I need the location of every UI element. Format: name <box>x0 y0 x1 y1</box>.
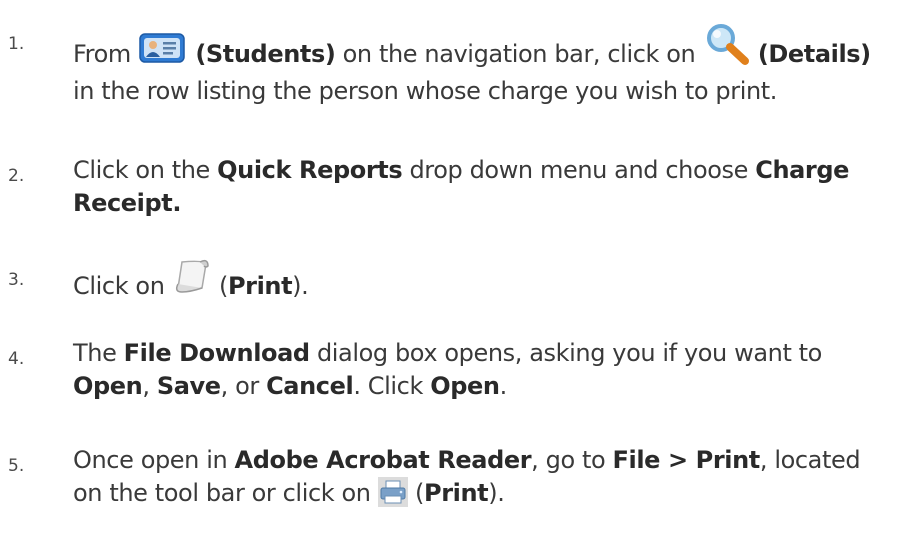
step-text: ). <box>292 272 309 300</box>
file-download-label: File Download <box>123 339 310 367</box>
printer-icon <box>377 477 408 516</box>
step-text: on the navigation bar, click on <box>335 40 703 68</box>
step-number: 5. <box>8 456 25 476</box>
cancel-label: Cancel <box>266 372 354 400</box>
adobe-label: Adobe Acrobat Reader <box>234 446 532 474</box>
step-text: The <box>73 339 124 367</box>
step-number: 3. <box>8 270 25 290</box>
step-text: ( <box>407 479 425 507</box>
step-text: , go to <box>531 446 613 474</box>
step-number: 2. <box>8 166 25 186</box>
step-text: drop down menu and choose <box>402 156 756 184</box>
save-label: Save <box>156 372 221 400</box>
step-number: 1. <box>8 34 25 54</box>
step-text: Once open in <box>73 446 235 474</box>
step-text: , or <box>220 372 267 400</box>
quick-reports-label: Quick Reports <box>217 156 403 184</box>
step-text: , located <box>759 446 861 474</box>
file-print-label: File > Print <box>612 446 761 474</box>
students-icon <box>138 30 188 75</box>
step-text: From <box>73 40 139 68</box>
magnifier-icon <box>703 22 751 75</box>
step-text: . Click <box>353 372 431 400</box>
print-label: Print <box>424 479 489 507</box>
open-label-2: Open <box>430 372 500 400</box>
charge-label: Charge <box>755 156 850 184</box>
scroll-icon <box>172 258 212 305</box>
step-text: ). <box>488 479 505 507</box>
step-text: Click on <box>73 272 172 300</box>
open-label: Open <box>73 372 143 400</box>
step-text: dialog box opens, asking you if you want… <box>309 339 822 367</box>
students-label: (Students) <box>195 40 336 68</box>
step-text: , <box>142 372 157 400</box>
step-text: on the tool bar or click on <box>73 479 378 507</box>
details-label: (Details) <box>757 40 871 68</box>
step-text: Click on the <box>73 156 218 184</box>
step-text: . <box>499 372 508 400</box>
receipt-label: Receipt. <box>73 189 182 217</box>
step-text-line2: in the row listing the person whose char… <box>73 77 778 105</box>
step-text: ( <box>211 272 228 300</box>
print-label: Print <box>227 272 293 300</box>
step-number: 4. <box>8 349 25 369</box>
